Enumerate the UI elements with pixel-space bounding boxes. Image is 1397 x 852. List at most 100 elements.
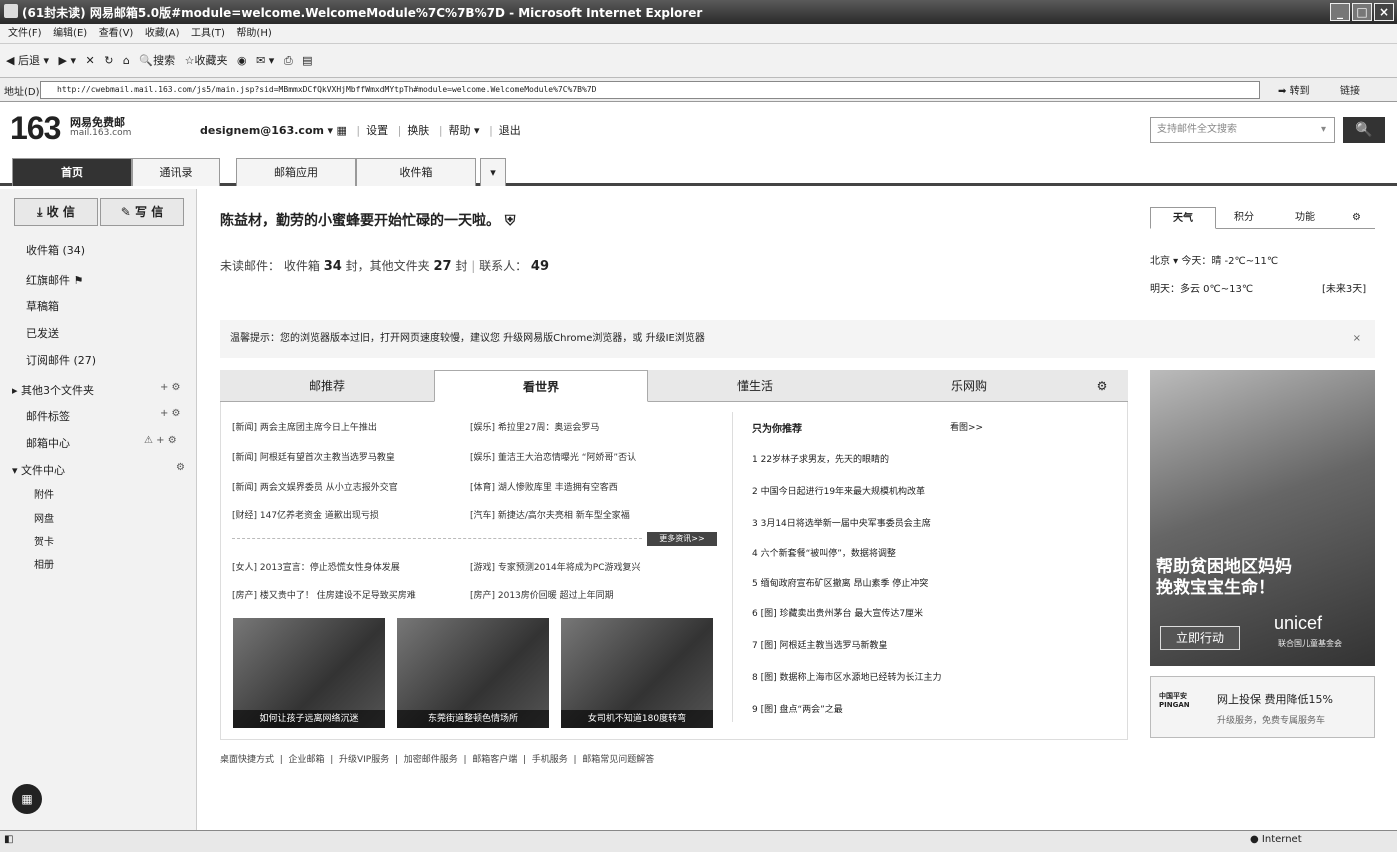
tab-life[interactable]: 懂生活 bbox=[648, 370, 862, 402]
folder-drafts[interactable]: 草稿箱 bbox=[26, 298, 59, 314]
more-news-button[interactable]: 更多资讯>> bbox=[647, 532, 717, 546]
refresh-icon[interactable]: ↻ bbox=[104, 44, 113, 78]
news-photo[interactable]: 东莞街道整顿色情场所 bbox=[397, 618, 549, 728]
footer-link[interactable]: 企业邮箱 bbox=[289, 755, 325, 765]
footer-link[interactable]: 手机服务 bbox=[532, 755, 568, 765]
chevron-down-icon[interactable]: ▾ bbox=[1321, 118, 1326, 142]
receive-button[interactable]: ⤓ 收 信 bbox=[14, 198, 98, 226]
news-item[interactable]: [娱乐] 希拉里27周：奥运会罗马 bbox=[470, 420, 599, 433]
inbox-link[interactable]: 收件箱 bbox=[284, 259, 320, 273]
recommend-item[interactable]: 5 缅甸政府宣布矿区撤离 昂山素季 停止冲突 bbox=[752, 576, 928, 589]
folder-labels[interactable]: 邮件标签 bbox=[26, 408, 70, 424]
folder-cards[interactable]: 贺卡 bbox=[34, 533, 54, 548]
tab-points[interactable]: 积分 bbox=[1216, 207, 1272, 229]
tab-more-dropdown[interactable]: ▾ bbox=[480, 158, 506, 186]
news-item[interactable]: [财经] 147亿养老资金 道歉出现亏损 bbox=[232, 508, 379, 521]
minimize-button[interactable]: _ bbox=[1330, 3, 1350, 21]
favorites-button[interactable]: ☆收藏夹 bbox=[185, 44, 228, 78]
media-icon[interactable]: ◉ bbox=[237, 44, 247, 78]
tab-apps[interactable]: 邮箱应用 bbox=[236, 158, 356, 186]
menu-help[interactable]: 帮助(H) bbox=[236, 24, 271, 44]
app-grid-icon[interactable]: ▦ bbox=[12, 784, 42, 814]
settings-link[interactable]: 设置 bbox=[366, 124, 388, 137]
ad-action-button[interactable]: 立即行动 bbox=[1160, 626, 1240, 650]
news-item[interactable]: [娱乐] 董洁王大治恋情曝光 “阿娇哥”否认 bbox=[470, 450, 636, 463]
notice-close-icon[interactable]: × bbox=[1353, 320, 1361, 358]
news-photo[interactable]: 女司机不知道180度转弯 bbox=[561, 618, 713, 728]
mail-center-actions[interactable]: ⚠ + ⚙ bbox=[144, 435, 177, 446]
tab-contacts[interactable]: 通讯录 bbox=[132, 158, 220, 186]
folder-netdisk[interactable]: 网盘 bbox=[34, 510, 54, 525]
inbox-count[interactable]: 34 bbox=[324, 259, 342, 274]
folder-subscriptions[interactable]: 订阅邮件 (27) bbox=[26, 352, 96, 368]
news-item[interactable]: [游戏] 专家预测2014年将成为PC游戏复兴 bbox=[470, 560, 641, 573]
folder-flagged[interactable]: 红旗邮件 ⚑ bbox=[26, 272, 83, 288]
other-count[interactable]: 27 bbox=[433, 259, 451, 274]
search-button[interactable]: 🔍搜索 bbox=[139, 44, 175, 78]
folder-sent[interactable]: 已发送 bbox=[26, 325, 59, 341]
compose-button[interactable]: ✎ 写 信 bbox=[100, 198, 184, 226]
gear-icon[interactable]: ⚙ bbox=[176, 462, 185, 473]
news-item[interactable]: [女人] 2013宣言：停止恐慌女性身体发展 bbox=[232, 560, 400, 573]
gear-icon[interactable]: ⚙ bbox=[1338, 207, 1375, 229]
menu-file[interactable]: 文件(F) bbox=[8, 24, 42, 44]
folder-mail-center[interactable]: 邮箱中心 bbox=[26, 435, 70, 451]
news-item[interactable]: [体育] 湖人惨败库里 丰造拥有空客西 bbox=[470, 480, 618, 493]
menu-favorites[interactable]: 收藏(A) bbox=[145, 24, 180, 44]
recommend-more-link[interactable]: 看图>> bbox=[950, 420, 983, 433]
search-button[interactable]: 🔍 bbox=[1343, 117, 1385, 143]
labels-actions[interactable]: + ⚙ bbox=[160, 408, 181, 419]
tab-world[interactable]: 看世界 bbox=[434, 370, 648, 402]
footer-link[interactable]: 升级VIP服务 bbox=[339, 755, 389, 765]
tab-home[interactable]: 首页 bbox=[12, 158, 132, 186]
url-input[interactable]: http://cwebmail.mail.163.com/js5/main.js… bbox=[40, 81, 1260, 99]
go-button[interactable]: ➡ 转到 bbox=[1278, 82, 1310, 97]
news-item[interactable]: [房产] 楼又贵中了！ 住房建设不足导致买房难 bbox=[232, 588, 416, 601]
unicef-ad[interactable]: 帮助贫困地区妈妈 挽救宝宝生命！ 立即行动 unicef 联合国儿童基金会 bbox=[1150, 370, 1375, 666]
tab-functions[interactable]: 功能 bbox=[1272, 207, 1338, 229]
back-button[interactable]: ◀ 后退 ▾ bbox=[6, 44, 49, 78]
links-button[interactable]: 链接 bbox=[1340, 82, 1360, 97]
footer-link[interactable]: 邮箱常见问题解答 bbox=[582, 755, 654, 765]
logo-163[interactable]: 163 bbox=[10, 110, 61, 147]
news-photo[interactable]: 如何让孩子远离网络沉迷 bbox=[233, 618, 385, 728]
footer-link[interactable]: 加密邮件服务 bbox=[404, 755, 458, 765]
contacts-count[interactable]: 49 bbox=[531, 259, 549, 274]
tab-inbox[interactable]: 收件箱 bbox=[356, 158, 476, 186]
weather-today[interactable]: 北京 ▾ 今天：晴 -2℃~11℃ bbox=[1150, 252, 1278, 267]
recommend-item[interactable]: 6 [图] 珍藏卖出贵州茅台 最大宣传达7厘米 bbox=[752, 606, 923, 619]
gear-icon[interactable]: ⚙ bbox=[1076, 370, 1128, 402]
print-icon[interactable]: ⎙ bbox=[284, 44, 293, 78]
recommend-item[interactable]: 8 [图] 数据称上海市区水源地已经转为长江主力 bbox=[752, 670, 941, 683]
recommend-item[interactable]: 3 3月14日将选举新一届中央军事委员会主席 bbox=[752, 516, 931, 529]
stop-icon[interactable]: ✕ bbox=[85, 44, 94, 78]
folder-attachments[interactable]: 附件 bbox=[34, 486, 54, 501]
news-item[interactable]: [房产] 2013房价回暖 超过上年同期 bbox=[470, 588, 614, 601]
maximize-button[interactable]: □ bbox=[1352, 3, 1372, 21]
recommend-item[interactable]: 1 22岁林子求男友，先天的眼睛的 bbox=[752, 452, 889, 465]
mail-icon[interactable]: ✉ ▾ bbox=[256, 44, 274, 78]
help-link[interactable]: 帮助 ▾ bbox=[449, 124, 480, 137]
edit-icon[interactable]: ▤ bbox=[302, 44, 312, 78]
footer-link[interactable]: 邮箱客户端 bbox=[472, 755, 517, 765]
recommend-item[interactable]: 7 [图] 阿根廷主教当选罗马新教皇 bbox=[752, 638, 887, 651]
footer-link[interactable]: 桌面快捷方式 bbox=[220, 755, 274, 765]
insurance-ad[interactable]: 中国平安 PINGAN 网上投保 费用降低15% 升级服务，免费专属服务车 bbox=[1150, 676, 1375, 738]
news-item[interactable]: [新闻] 两会文娱界委员 从小立志报外交官 bbox=[232, 480, 398, 493]
recommend-item[interactable]: 2 中国今日起进行19年来最大规模机构改革 bbox=[752, 484, 925, 497]
folder-file-center[interactable]: ▾ 文件中心 bbox=[12, 462, 65, 478]
tab-weather[interactable]: 天气 bbox=[1150, 207, 1216, 229]
close-button[interactable]: × bbox=[1374, 3, 1394, 21]
logout-link[interactable]: 退出 bbox=[499, 124, 521, 137]
tab-shopping[interactable]: 乐网购 bbox=[862, 370, 1076, 402]
folder-other[interactable]: ▸ 其他3个文件夹 bbox=[12, 382, 94, 398]
menu-edit[interactable]: 编辑(E) bbox=[53, 24, 87, 44]
forward-button[interactable]: ▶ ▾ bbox=[59, 44, 76, 78]
weather-future-link[interactable]: [未来3天] bbox=[1322, 280, 1366, 295]
recommend-item[interactable]: 4 六个新套餐“被叫停”，数据将调整 bbox=[752, 546, 896, 559]
news-item[interactable]: [汽车] 新捷达/高尔夫亮相 新车型全家福 bbox=[470, 508, 630, 521]
home-icon[interactable]: ⌂ bbox=[123, 44, 130, 78]
folder-other-actions[interactable]: + ⚙ bbox=[160, 382, 181, 393]
folder-inbox[interactable]: 收件箱 (34) bbox=[26, 242, 85, 258]
menu-tools[interactable]: 工具(T) bbox=[191, 24, 225, 44]
